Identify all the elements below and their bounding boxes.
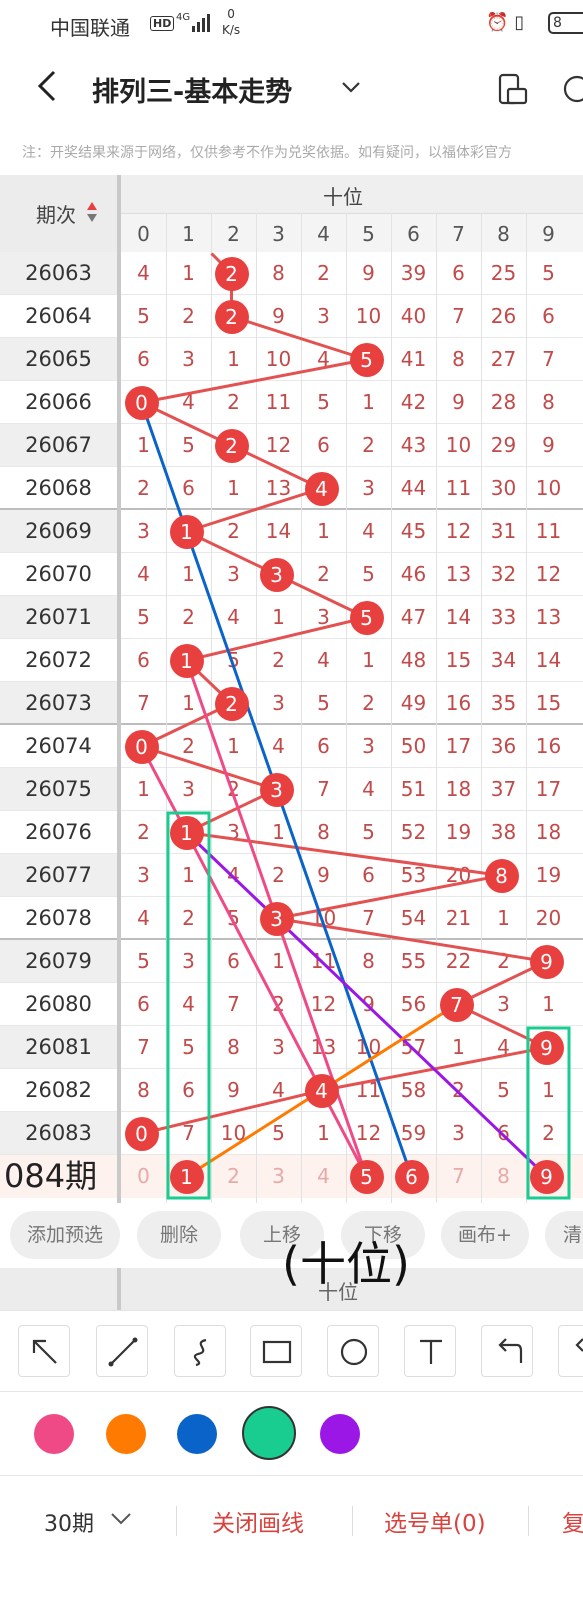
alarm-vibrate-icons: ⏰▯: [486, 12, 531, 33]
hit-ball: 0: [124, 1116, 159, 1151]
speed-unit: K/s: [222, 23, 241, 37]
undo-tool[interactable]: [481, 1325, 533, 1377]
carrier-name: 中国联通: [50, 16, 130, 40]
green-highlight-box: [166, 811, 211, 1200]
bottom-bar: 30期 关闭画线 选号单(0) 复: [0, 1476, 583, 1600]
signal-icon: [192, 14, 210, 32]
pink-drawn-line: [140, 745, 368, 1178]
line-tool[interactable]: [96, 1325, 148, 1377]
canvas-plus-button[interactable]: 画布+: [441, 1211, 529, 1259]
canvas-text-annotation: (十位): [282, 1237, 410, 1291]
drawing-toolbar: [0, 1310, 583, 1392]
redo-tool[interactable]: [558, 1325, 583, 1377]
hit-ball: 1: [169, 643, 204, 678]
network-speed: 0 K/s: [222, 6, 240, 38]
disclaimer-notice: 注：开奖结果来源于网络，仅供参考不作为兑奖依据。如有疑问，以福体彩官方: [22, 145, 512, 161]
divider: [528, 1506, 529, 1536]
nav-bar: 排列三-基本走势: [0, 50, 583, 130]
circle-icon: [340, 1338, 368, 1366]
selection-list-button[interactable]: 选号单(0): [384, 1504, 486, 1538]
hd-badge: HD: [150, 16, 175, 31]
trend-line-segment: [186, 487, 322, 533]
hit-ball: 0: [124, 385, 159, 420]
green-color-swatch[interactable]: [242, 1406, 296, 1460]
column-divider: [117, 175, 121, 1203]
trend-table: 期次 十位 0123456789 26063 4 1 8 2 9 39 6 25 5 26064 5 2…: [0, 175, 583, 1203]
rectangle-tool[interactable]: [250, 1325, 302, 1377]
orange-color-swatch[interactable]: [106, 1414, 146, 1454]
rectangle-icon: [262, 1340, 292, 1364]
add-preselect-button[interactable]: 添加预选: [10, 1211, 120, 1259]
trend-lines: [140, 252, 571, 1200]
blue-color-swatch[interactable]: [177, 1414, 217, 1454]
hit-ball: 3: [259, 557, 294, 592]
hit-ball: 2: [214, 686, 249, 721]
redo-icon: [575, 1338, 583, 1352]
chevron-down-icon[interactable]: [340, 78, 362, 96]
color-palette: [0, 1392, 583, 1476]
hit-ball: 2: [214, 256, 249, 291]
curve-tool[interactable]: [174, 1325, 226, 1377]
hit-ball: 7: [439, 987, 474, 1022]
hit-ball: 4: [304, 471, 339, 506]
hit-ball: 4: [304, 1073, 339, 1108]
selected-digit-ball[interactable]: 5: [349, 1159, 384, 1194]
rotate-screen-icon[interactable]: [496, 72, 530, 106]
footer-divider: [117, 1268, 121, 1310]
hit-ball: 0: [124, 729, 159, 764]
text-icon: [420, 1339, 442, 1364]
divider: [176, 1506, 177, 1536]
trend-line-segment: [231, 315, 367, 361]
back-arrow-icon[interactable]: [30, 66, 70, 106]
line-icon: [108, 1337, 138, 1367]
hit-ball: 9: [529, 1030, 564, 1065]
trend-line-segment: [186, 616, 367, 662]
status-bar: 中国联通 HD 4G 0 K/s ⏰▯ 8: [0, 0, 583, 50]
speed-value: 0: [227, 7, 235, 21]
network-type: 4G: [176, 12, 191, 23]
selected-digit-ball[interactable]: 1: [169, 1159, 204, 1194]
undo-icon: [498, 1338, 523, 1363]
trend-line-segment: [276, 917, 547, 963]
trend-line-segment: [186, 831, 502, 877]
hit-ball: 2: [214, 299, 249, 334]
hit-ball: 3: [259, 901, 294, 936]
page-title[interactable]: 排列三-基本走势: [92, 70, 292, 109]
hit-ball: 5: [349, 600, 384, 635]
hit-ball: 3: [259, 772, 294, 807]
hit-ball: 2: [214, 428, 249, 463]
hit-ball: 1: [169, 514, 204, 549]
chevron-down-icon[interactable]: [110, 1512, 132, 1526]
arrow-icon: [32, 1339, 57, 1364]
clear-button[interactable]: 清: [545, 1211, 583, 1259]
copy-button[interactable]: 复: [562, 1504, 583, 1538]
delete-button[interactable]: 删除: [137, 1211, 221, 1259]
hit-ball: 5: [349, 342, 384, 377]
hit-ball: 8: [484, 858, 519, 893]
more-icon[interactable]: [562, 74, 583, 104]
purple-color-swatch[interactable]: [320, 1414, 360, 1454]
hit-ball: 1: [169, 815, 204, 850]
curve-icon: [193, 1338, 207, 1367]
hit-ball: 9: [529, 944, 564, 979]
selected-digit-ball[interactable]: 9: [529, 1159, 564, 1194]
pink-color-swatch[interactable]: [34, 1414, 74, 1454]
trend-line-segment: [141, 358, 367, 404]
circle-tool[interactable]: [327, 1325, 379, 1377]
arrow-tool[interactable]: [18, 1325, 70, 1377]
battery-icon: 8: [548, 12, 583, 34]
close-lines-button[interactable]: 关闭画线: [212, 1504, 304, 1538]
divider: [352, 1506, 353, 1536]
selected-digit-ball[interactable]: 6: [394, 1159, 429, 1194]
period-selector[interactable]: 30期: [44, 1506, 94, 1538]
text-tool[interactable]: [404, 1325, 456, 1377]
